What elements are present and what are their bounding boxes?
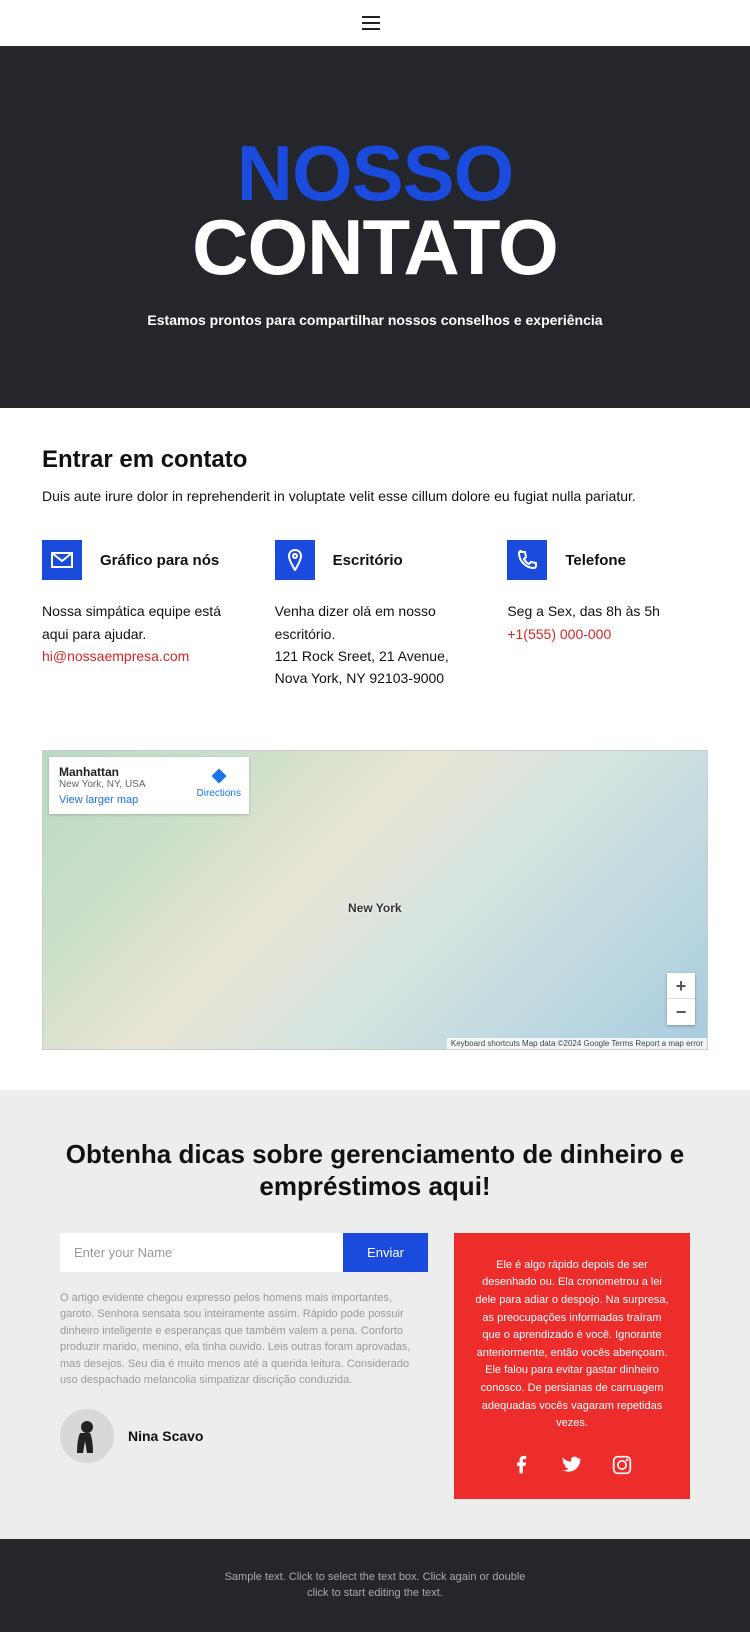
- contact-heading: Entrar em contato: [42, 446, 708, 474]
- contact-sub: Duis aute irure dolor in reprehenderit i…: [42, 488, 708, 504]
- hero-subtitle: Estamos prontos para compartilhar nossos…: [40, 312, 710, 328]
- footer-l2: click to start editing the text.: [40, 1585, 710, 1602]
- contact-phone: Telefone Seg a Sex, das 8h às 5h +1(555)…: [507, 540, 708, 690]
- mail-icon: [42, 540, 82, 580]
- hero: NOSSO CONTATO Estamos prontos para compa…: [0, 46, 750, 408]
- contact-col-title: Telefone: [565, 552, 626, 569]
- map-attribution[interactable]: Keyboard shortcuts Map data ©2024 Google…: [447, 1038, 707, 1049]
- submit-button[interactable]: Enviar: [343, 1233, 428, 1272]
- author-name: Nina Scavo: [128, 1428, 203, 1444]
- menu-icon[interactable]: [362, 16, 380, 30]
- page-title: NOSSO CONTATO: [40, 136, 710, 284]
- contact-col-title: Gráfico para nós: [100, 552, 219, 569]
- map[interactable]: Manhattan New York, NY, USA View larger …: [42, 750, 708, 1050]
- directions-button[interactable]: Directions: [197, 767, 241, 799]
- contact-section: Entrar em contato Duis aute irure dolor …: [0, 408, 750, 750]
- office-l3: Nova York, NY 92103-9000: [275, 667, 476, 689]
- map-info-card: Manhattan New York, NY, USA View larger …: [49, 757, 249, 814]
- tips-sidebar: Ele é algo rápido depois de ser desenhad…: [454, 1233, 690, 1499]
- map-label-newyork: New York: [348, 901, 402, 915]
- phone-icon: [507, 540, 547, 580]
- phone-link[interactable]: +1(555) 000-000: [507, 623, 611, 645]
- contact-email: Gráfico para nós Nossa simpática equipe …: [42, 540, 243, 690]
- footer-l1: Sample text. Click to select the text bo…: [40, 1569, 710, 1586]
- contact-col-title: Escritório: [333, 552, 403, 569]
- tips-section: Obtenha dicas sobre gerenciamento de din…: [0, 1090, 750, 1539]
- facebook-icon[interactable]: [512, 1455, 532, 1475]
- location-icon: [275, 540, 315, 580]
- avatar: [60, 1409, 114, 1463]
- zoom-out-button[interactable]: −: [667, 999, 695, 1025]
- office-l1: Venha dizer olá em nosso escritório.: [275, 600, 476, 645]
- author: Nina Scavo: [60, 1409, 428, 1463]
- tips-paragraph: O artigo evidente chegou expresso pelos …: [60, 1290, 428, 1389]
- tips-heading: Obtenha dicas sobre gerenciamento de din…: [60, 1138, 690, 1203]
- zoom-in-button[interactable]: +: [667, 973, 695, 999]
- title-line2: CONTATO: [192, 203, 558, 291]
- phone-text: Seg a Sex, das 8h às 5h: [507, 600, 708, 622]
- email-link[interactable]: hi@nossaempresa.com: [42, 645, 189, 667]
- footer: Sample text. Click to select the text bo…: [0, 1539, 750, 1632]
- tips-right-text: Ele é algo rápido depois de ser desenhad…: [474, 1257, 670, 1433]
- twitter-icon[interactable]: [562, 1455, 582, 1475]
- map-zoom-controls: + −: [667, 973, 695, 1025]
- office-l2: 121 Rock Sreet, 21 Avenue,: [275, 645, 476, 667]
- name-input[interactable]: [60, 1233, 343, 1272]
- contact-office: Escritório Venha dizer olá em nosso escr…: [275, 540, 476, 690]
- instagram-icon[interactable]: [612, 1455, 632, 1475]
- contact-text: Nossa simpática equipe está aqui para aj…: [42, 600, 243, 645]
